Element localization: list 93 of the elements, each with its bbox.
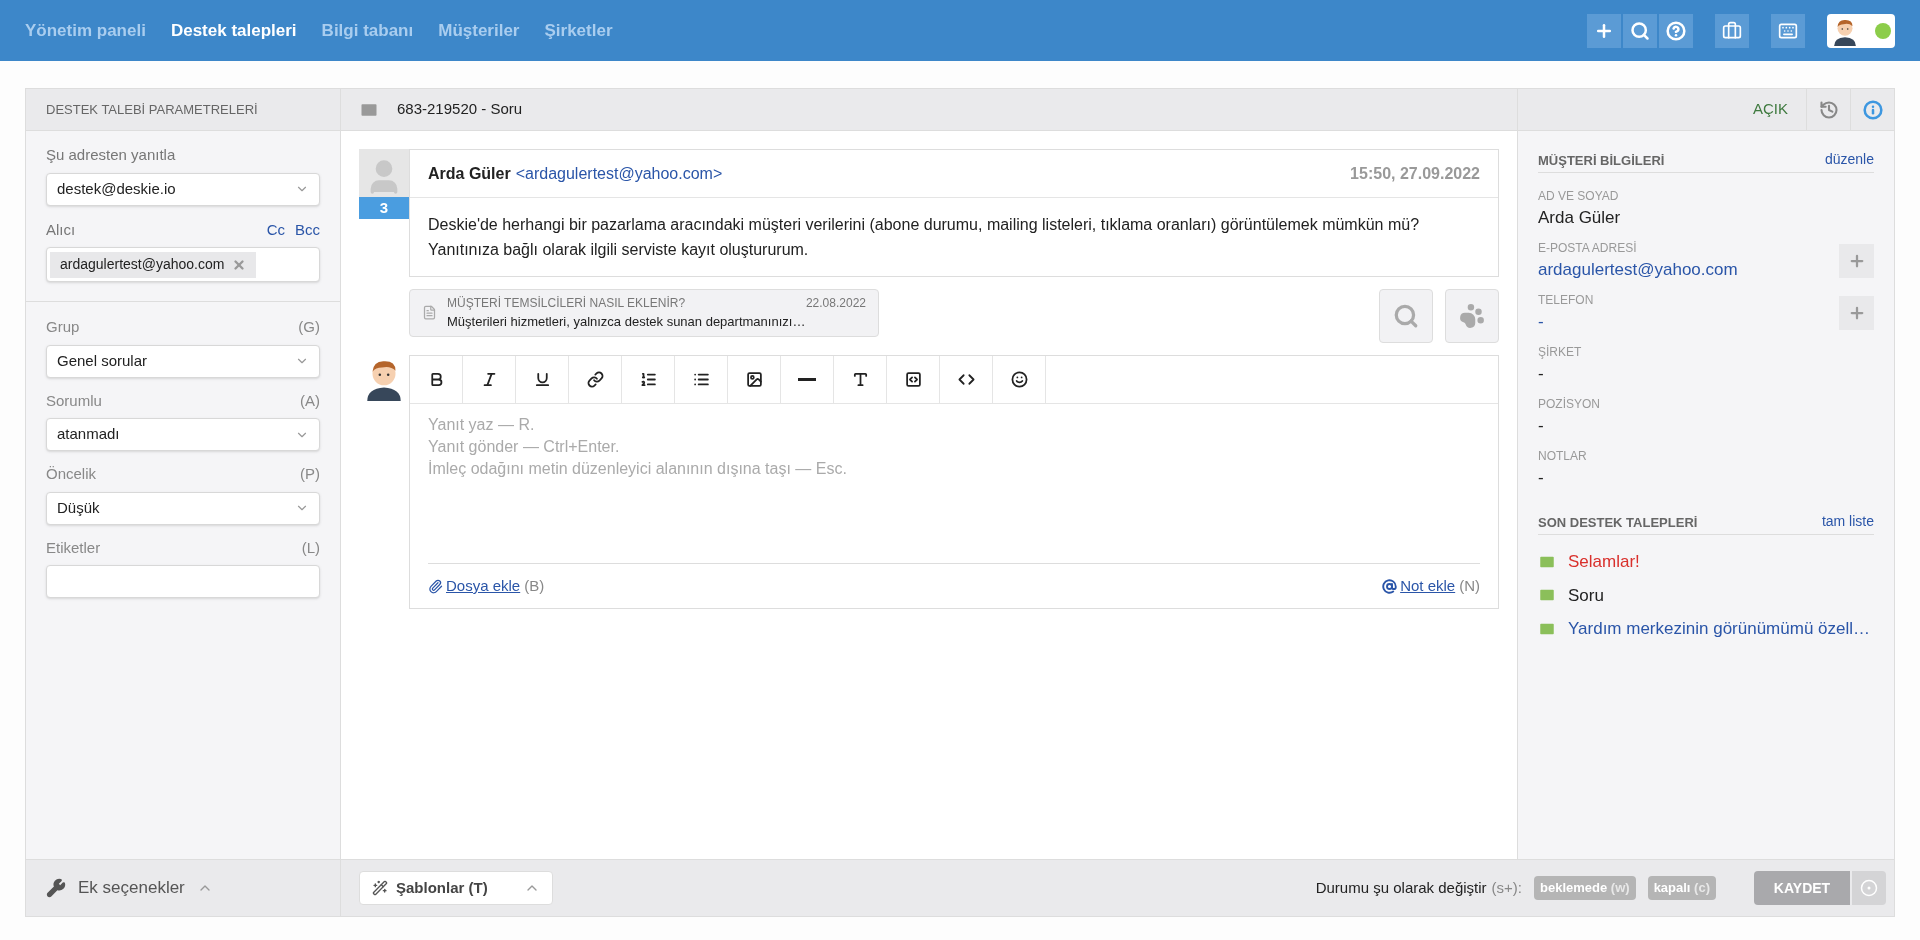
field-label: Alıcı: [46, 219, 76, 240]
suggested-article[interactable]: MÜŞTERİ TEMSİLCİLERİ NASIL EKLENİR? 22.08.2022 Müşterileri hizmetleri, yalnızca destek sunan departmanınızı…: [409, 289, 879, 337]
field-value: -: [1538, 415, 1545, 437]
field-value: -: [1538, 467, 1545, 489]
dropdown[interactable]: atanmadı: [46, 418, 320, 451]
attach-file-link[interactable]: Dosya ekle: [446, 574, 521, 598]
info-icon: [1862, 99, 1883, 120]
article-excerpt: Müşterileri hizmetleri, yalnızca destek sunan departmanınızı…: [447, 313, 807, 331]
paw-button[interactable]: [1445, 289, 1499, 343]
keyboard-button[interactable]: [1771, 13, 1805, 48]
shortcut-hint: (B): [524, 575, 545, 596]
message-body: Deskie'de herhangi bir pazarlama aracındaki müşteri verilerini (abone durumu, mailing listeleri, tıklama oranları) görüntülemek mümkün mü? Yanıtınıza bağlı olarak ilgili serviste kayıt oluştururum.: [427, 215, 1421, 260]
recent-ticket-link[interactable]: Selamlar!: [1568, 549, 1640, 575]
image-icon: [745, 371, 763, 388]
horizontal-line-icon: [798, 378, 816, 381]
status-change-label: Durumu şu olarak değiştir: [1315, 877, 1487, 898]
dropdown[interactable]: Düşük: [46, 491, 320, 525]
author-name: Arda Güler: [428, 163, 511, 184]
highlight-icon: [904, 371, 922, 388]
link-icon: [586, 371, 604, 388]
section-title: MÜŞTERİ BİLGİLERİ: [1538, 151, 1665, 170]
remove-icon[interactable]: [232, 257, 247, 272]
code-icon: [957, 371, 975, 388]
field-label: Şu adresten yanıtla: [46, 145, 177, 165]
underline-icon: [533, 371, 551, 388]
at-sign-icon: [1382, 578, 1398, 594]
field-value: -: [1538, 363, 1545, 385]
nav-link[interactable]: Destek talepleri: [170, 17, 297, 44]
recent-ticket-link[interactable]: Yardım merkezinin görünümümü özell…: [1568, 616, 1871, 642]
field-label: Sorumlu: [46, 390, 102, 411]
field-label: NOTLAR: [1538, 448, 1588, 465]
tags-input[interactable]: [46, 565, 320, 598]
templates-button[interactable]: Şablonlar (T): [359, 871, 553, 905]
shortcut-hint: (P): [300, 464, 320, 484]
edit-link[interactable]: düzenle: [1824, 149, 1874, 170]
panel-title: DESTEK TALEBİ PARAMETRELERİ: [46, 100, 258, 119]
message-time: 15:50, 27.09.2022: [1350, 163, 1480, 184]
document-icon: [422, 305, 437, 321]
search-button[interactable]: [1379, 289, 1433, 343]
field-label: Öncelik: [46, 464, 97, 484]
shortcut-hint: (A): [300, 390, 320, 411]
help-icon: [1666, 20, 1686, 41]
recipient-tag: ardagulertest@yahoo.com: [50, 251, 257, 278]
field-label: E-POSTA ADRESİ: [1538, 240, 1638, 257]
briefcase-button[interactable]: [1715, 13, 1749, 48]
numbered-list-icon: [639, 371, 657, 388]
history-icon: [1818, 99, 1839, 120]
field-label: POZİSYON: [1538, 396, 1601, 413]
field-label: AD VE SOYAD: [1538, 188, 1620, 205]
help-button[interactable]: [1659, 13, 1693, 48]
field-label: Etiketler: [46, 537, 101, 558]
add-button[interactable]: [1839, 244, 1874, 278]
briefcase-icon: [1722, 20, 1742, 41]
bullet-list-icon: [692, 371, 710, 388]
emoji-icon: [1010, 371, 1028, 388]
article-title: MÜŞTERİ TEMSİLCİLERİ NASIL EKLENİR?: [447, 295, 686, 312]
add-button[interactable]: [1839, 296, 1874, 330]
author-email-link[interactable]: <ardagulertest@yahoo.com>: [515, 161, 723, 186]
field-label: ŞİRKET: [1538, 344, 1583, 361]
dropdown[interactable]: Genel sorular: [46, 344, 320, 378]
field-value: Arda Güler: [1538, 207, 1622, 229]
cc-link[interactable]: Cc: [266, 218, 285, 241]
shortcut-hint: (L): [301, 537, 320, 558]
field-link[interactable]: ardagulertest@yahoo.com: [1538, 257, 1839, 283]
wrench-icon: [46, 878, 66, 898]
more-options-button[interactable]: Ek seçenekler: [26, 860, 341, 916]
shortcut-hint: (N): [1459, 575, 1480, 596]
magic-wand-icon: [372, 880, 388, 896]
field-label: Grup: [46, 317, 80, 337]
add-note-link[interactable]: Not ekle: [1400, 574, 1456, 598]
section-title: SON DESTEK TALEPLERİ: [1538, 513, 1698, 532]
add-button[interactable]: [1587, 13, 1621, 48]
circle-dot-icon: [1860, 879, 1878, 897]
bcc-link[interactable]: Bcc: [295, 218, 320, 241]
field-label: TELEFON: [1538, 292, 1595, 309]
ticket-status: AÇIK: [1753, 99, 1788, 120]
paw-icon: [1459, 303, 1485, 329]
recent-ticket-link[interactable]: Soru: [1568, 582, 1604, 608]
paperclip-icon: [428, 578, 443, 594]
reply-from-select[interactable]: destek@deskie.io: [46, 172, 320, 206]
message-count-badge: 3: [359, 197, 409, 219]
user-menu-button[interactable]: [1827, 13, 1895, 48]
ticket-title: 683-219520 - Soru: [397, 99, 523, 120]
article-date: 22.08.2022: [805, 295, 866, 312]
search-icon: [1393, 303, 1419, 329]
full-list-link[interactable]: tam liste: [1821, 511, 1874, 532]
field-link[interactable]: -: [1538, 309, 1839, 335]
search-icon: [1630, 20, 1650, 41]
search-button[interactable]: [1623, 13, 1657, 48]
font-icon: [851, 371, 869, 388]
shortcut-hint: (s+):: [1491, 877, 1522, 898]
recipient-field[interactable]: ardagulertest@yahoo.com: [46, 247, 320, 282]
shortcut-hint: (G): [298, 317, 320, 337]
